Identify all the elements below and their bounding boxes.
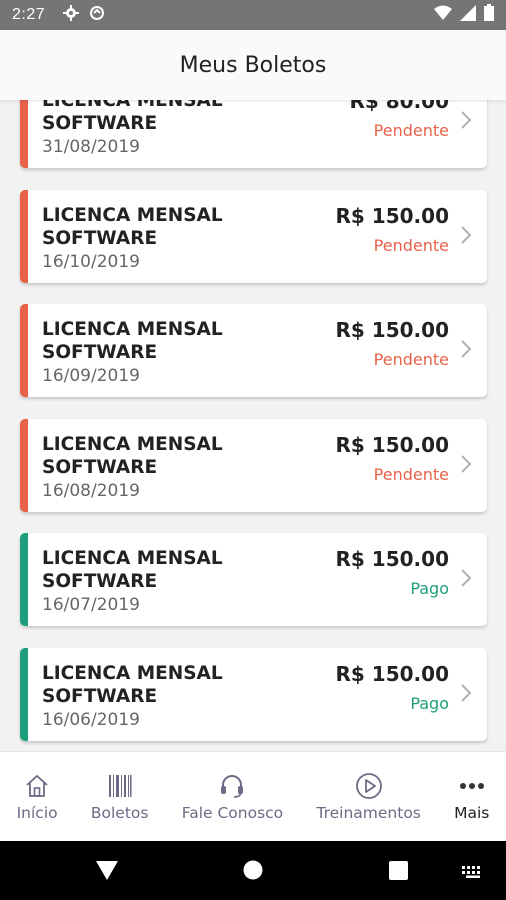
boleto-due-date: 16/10/2019 (42, 251, 140, 272)
nav-label-fale-conosco: Fale Conosco (181, 804, 284, 822)
status-indicator-bar (20, 647, 28, 741)
boleto-amount: R$ 150.00 (335, 432, 449, 457)
status-indicator-bar (20, 533, 28, 626)
signal-icon (460, 4, 476, 26)
chevron-right-icon (459, 682, 473, 704)
boleto-card[interactable]: LICENCA MENSAL SOFTWARE 16/07/2019 R$ 150.… (20, 533, 487, 626)
boleto-description: LICENCA MENSAL SOFTWARE (42, 100, 223, 134)
status-bar: 2:27 (0, 0, 506, 30)
sync-icon (89, 5, 105, 26)
wifi-icon (434, 5, 452, 26)
play-circle-icon (355, 772, 383, 800)
nav-item-treinamentos[interactable]: Treinamentos (300, 752, 438, 841)
system-nav-bar (0, 841, 506, 900)
boleto-card[interactable]: LICENCA MENSAL SOFTWARE 16/08/2019 R$ 150.… (20, 418, 487, 512)
boleto-due-date: 16/06/2019 (42, 709, 140, 730)
headset-icon (218, 772, 246, 800)
status-indicator-bar (20, 304, 28, 397)
page-title: Meus Boletos (179, 52, 327, 78)
gear-icon (63, 4, 80, 26)
boleto-due-date: 16/09/2019 (42, 366, 140, 386)
bottom-nav: Início Boletos Fale Conosco Treinamentos… (0, 751, 506, 841)
status-indicator-bar (20, 100, 28, 168)
status-badge: Pendente (373, 464, 449, 484)
boleto-amount: R$ 80.00 (349, 100, 449, 113)
chevron-right-icon (459, 338, 473, 360)
chevron-right-icon (459, 109, 473, 131)
nav-label-treinamentos: Treinamentos (316, 804, 421, 822)
nav-item-boletos[interactable]: Boletos (74, 752, 165, 841)
nav-item-fale-conosco[interactable]: Fale Conosco (165, 752, 300, 841)
boleto-card[interactable]: LICENCA MENSAL SOFTWARE 16/09/2019 R$ 150.… (20, 304, 487, 397)
boleto-card[interactable]: LICENCA MENSAL SOFTWARE 16/10/2019 R$ 150.… (20, 189, 487, 283)
status-badge: Pago (410, 579, 449, 598)
status-badge: Pendente (373, 235, 449, 255)
battery-icon (484, 4, 494, 26)
recents-icon[interactable] (389, 861, 408, 885)
chevron-right-icon (459, 453, 473, 475)
nav-item-mais[interactable]: Mais (438, 752, 506, 841)
boleto-card[interactable]: LICENCA MENSAL SOFTWARE 31/08/2019 R$ 80.0… (20, 100, 487, 168)
home-circle-icon[interactable] (243, 860, 263, 885)
boleto-amount: R$ 150.00 (335, 203, 449, 228)
app-header: Meus Boletos (0, 30, 506, 100)
status-indicator-bar (20, 189, 28, 283)
status-badge: Pago (410, 693, 449, 713)
chevron-right-icon (459, 567, 473, 589)
keyboard-icon[interactable] (462, 865, 484, 883)
status-time: 2:27 (12, 6, 46, 23)
boleto-list[interactable]: LICENCA MENSAL SOFTWARE 31/08/2019 R$ 80.0… (0, 100, 506, 751)
chevron-right-icon (459, 224, 473, 246)
barcode-icon (107, 772, 133, 800)
boleto-description: LICENCA MENSAL SOFTWARE (42, 433, 223, 478)
boleto-amount: R$ 150.00 (335, 661, 449, 686)
boleto-description: LICENCA MENSAL SOFTWARE (42, 319, 223, 363)
boleto-amount: R$ 150.00 (335, 318, 449, 342)
boleto-description: LICENCA MENSAL SOFTWARE (42, 204, 223, 249)
nav-label-boletos: Boletos (90, 804, 149, 822)
nav-item-inicio[interactable]: Início (0, 752, 74, 841)
home-icon (24, 772, 50, 800)
status-badge: Pendente (373, 350, 449, 369)
nav-label-mais: Mais (454, 804, 490, 822)
status-indicator-bar (20, 418, 28, 512)
boleto-due-date: 16/07/2019 (42, 595, 140, 615)
boleto-amount: R$ 150.00 (335, 547, 449, 571)
boleto-due-date: 16/08/2019 (42, 480, 140, 501)
status-badge: Pendente (373, 121, 449, 140)
nav-label-inicio: Início (16, 804, 58, 822)
boleto-card[interactable]: LICENCA MENSAL SOFTWARE 16/06/2019 R$ 150.… (20, 647, 487, 741)
back-icon[interactable] (96, 861, 118, 886)
boleto-due-date: 31/08/2019 (42, 137, 140, 157)
boleto-description: LICENCA MENSAL SOFTWARE (42, 662, 223, 707)
boleto-description: LICENCA MENSAL SOFTWARE (42, 548, 223, 592)
more-icon (459, 772, 485, 800)
